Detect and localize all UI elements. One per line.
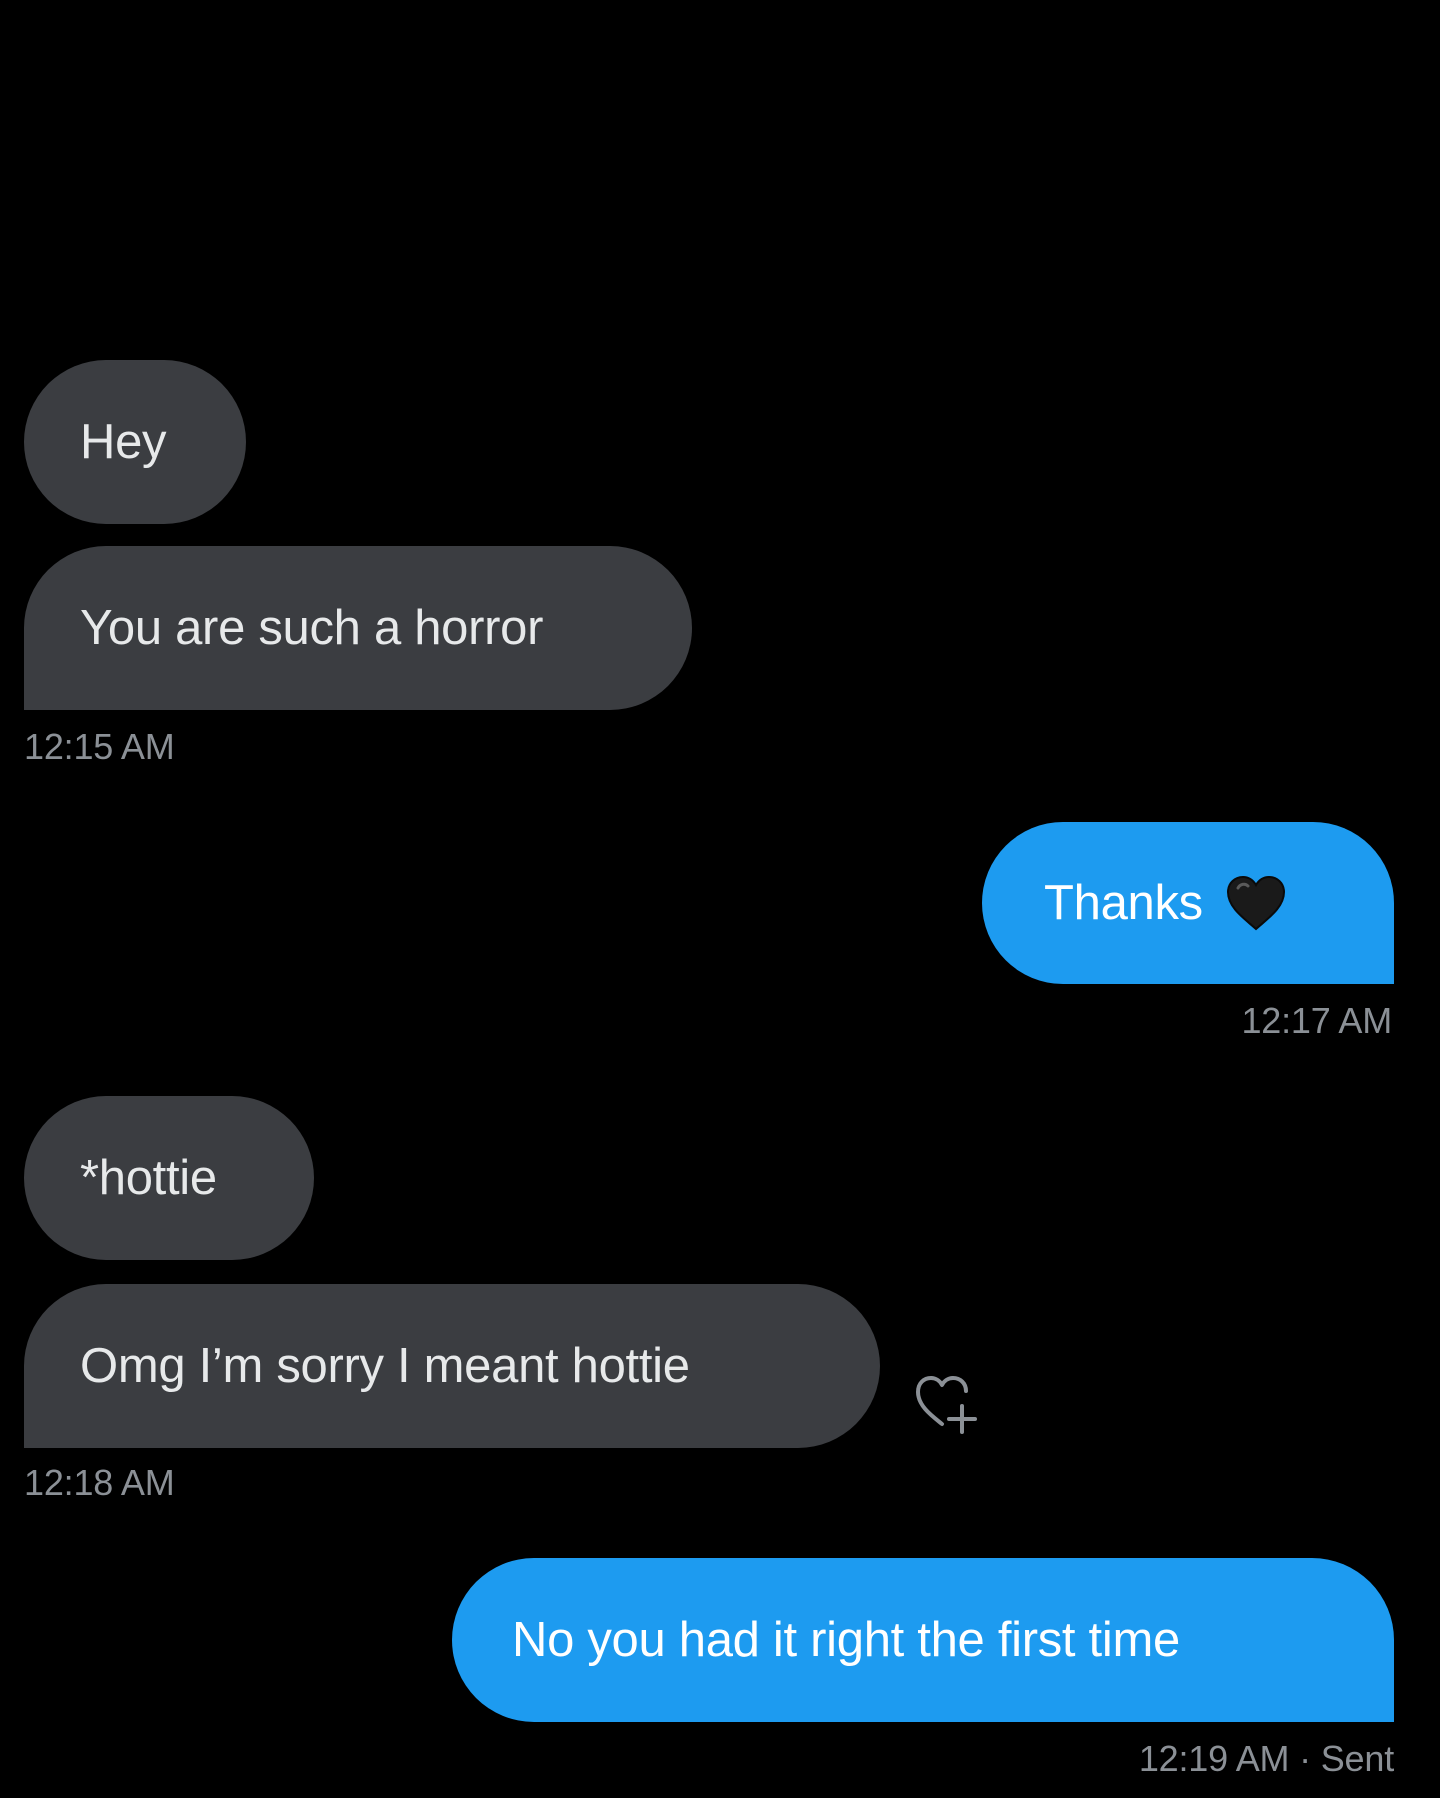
- message-text: Omg I’m sorry I meant hottie: [80, 1338, 690, 1393]
- message-bubble-received[interactable]: Omg I’m sorry I meant hottie: [24, 1284, 880, 1448]
- message-text: Hey: [80, 414, 167, 469]
- message-bubble-sent[interactable]: No you had it right the first time: [452, 1558, 1394, 1722]
- message-bubble-received[interactable]: *hottie: [24, 1096, 314, 1260]
- message-bubble-sent[interactable]: Thanks: [982, 822, 1394, 984]
- message-text: No you had it right the first time: [512, 1612, 1180, 1667]
- message-text: You are such a horror: [80, 600, 544, 655]
- black-heart-icon: [1225, 874, 1287, 932]
- message-bubble-received[interactable]: Hey: [24, 360, 246, 524]
- message-timestamp: 12:17 AM: [1241, 1000, 1392, 1041]
- message-timestamp: 12:15 AM: [24, 726, 175, 767]
- message-bubble-received[interactable]: You are such a horror: [24, 546, 692, 710]
- message-text: Thanks: [1044, 875, 1203, 930]
- add-reaction-heart-icon[interactable]: [912, 1370, 982, 1436]
- message-timestamp-sent-status: 12:19 AM · Sent: [1138, 1738, 1394, 1779]
- message-text: *hottie: [80, 1150, 217, 1205]
- message-timestamp: 12:18 AM: [24, 1462, 175, 1503]
